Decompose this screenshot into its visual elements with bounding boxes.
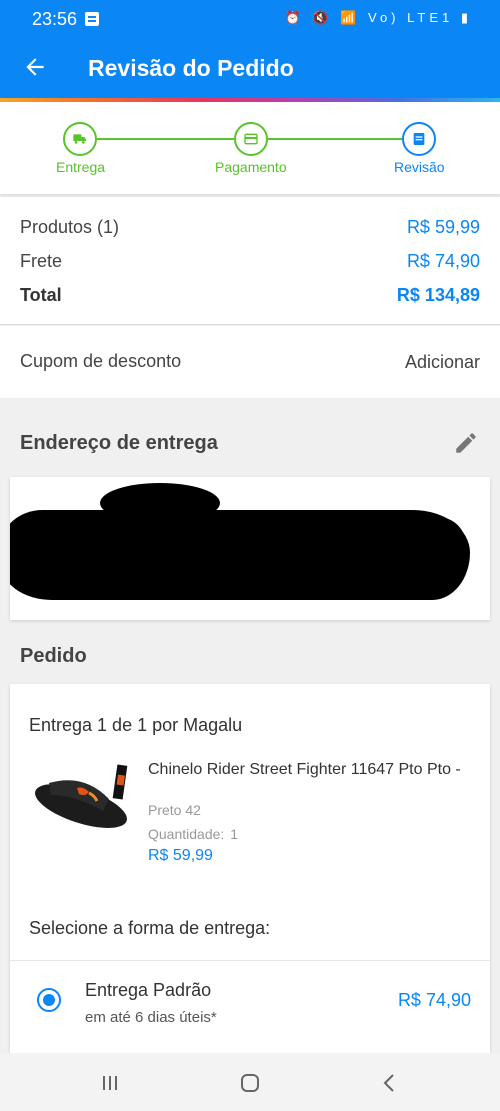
seller-line: Entrega 1 de 1 por Magalu <box>29 715 243 735</box>
product-variant: Preto 42 <box>148 802 201 818</box>
checkout-stepper: Entrega Pagamento Revisão <box>0 102 500 194</box>
step-revisao[interactable] <box>402 122 436 156</box>
order-card: Entrega 1 de 1 por Magalu Chinelo Rider … <box>10 684 490 1064</box>
redaction-blob <box>100 483 220 523</box>
shipping-value: R$ 74,90 <box>406 251 480 271</box>
redaction-blob <box>410 517 465 567</box>
add-coupon-button[interactable]: Adicionar <box>405 352 480 373</box>
coupon-row[interactable]: Cupom de desconto Adicionar <box>0 326 500 398</box>
divider <box>10 960 490 961</box>
status-icons: ⏰ 🔇 📶 Vo) LTE1 ▮ <box>284 10 472 25</box>
redacted-address <box>10 510 470 600</box>
summary-shipping-row: Frete R$ 74,90 <box>20 251 480 272</box>
step-pagamento[interactable] <box>234 122 268 156</box>
card-icon <box>244 133 258 145</box>
product-price: R$ 59,99 <box>148 847 213 864</box>
coupon-label: Cupom de desconto <box>20 351 182 371</box>
app-bar: Revisão do Pedido <box>0 40 500 98</box>
shipping-option-price: R$ 74,90 <box>397 990 471 1010</box>
step-label-pagamento: Pagamento <box>215 159 287 175</box>
shipping-option-eta: em até 6 dias úteis* <box>85 1009 217 1026</box>
recent-apps-icon[interactable] <box>98 1071 122 1095</box>
status-time: 23:56 <box>32 9 78 29</box>
order-summary: Produtos (1) R$ 59,99 Frete R$ 74,90 Tot… <box>0 197 500 325</box>
step-entrega[interactable] <box>63 122 97 156</box>
product-image[interactable] <box>29 761 139 841</box>
product-quantity: Quantidade: 1 <box>148 826 238 842</box>
step-connector <box>268 138 404 140</box>
shipping-prompt: Selecione a forma de entrega: <box>29 918 271 938</box>
back-arrow-icon[interactable] <box>22 54 48 80</box>
products-value: R$ 59,99 <box>406 217 480 237</box>
summary-total-row: Total R$ 134,89 <box>20 285 480 306</box>
summary-products-row: Produtos (1) R$ 59,99 <box>20 217 480 238</box>
home-icon[interactable] <box>238 1071 262 1095</box>
step-label-entrega: Entrega <box>56 159 106 175</box>
total-label: Total <box>20 285 62 305</box>
shipping-option-name[interactable]: Entrega Padrão <box>85 980 211 1001</box>
notification-icon <box>85 12 99 26</box>
back-icon[interactable] <box>378 1071 402 1095</box>
order-section-title: Pedido <box>20 645 87 667</box>
quantity-value: 1 <box>230 826 239 842</box>
list-icon <box>413 133 425 145</box>
quantity-label: Quantidade: <box>148 826 225 842</box>
system-nav-bar <box>0 1053 500 1111</box>
step-connector <box>97 138 234 140</box>
product-name[interactable]: Chinelo Rider Street Fighter 11647 Pto P… <box>148 760 478 780</box>
shipping-label: Frete <box>20 251 63 271</box>
truck-icon <box>73 134 86 144</box>
products-label: Produtos (1) <box>20 217 120 237</box>
address-card[interactable] <box>10 477 490 620</box>
page-title: Revisão do Pedido <box>88 55 294 81</box>
shipping-option-radio[interactable] <box>37 988 61 1012</box>
total-value: R$ 134,89 <box>396 285 480 305</box>
status-bar: 23:56 ⏰ 🔇 📶 Vo) LTE1 ▮ <box>0 0 500 40</box>
pencil-icon[interactable] <box>453 430 479 456</box>
address-section-title: Endereço de entrega <box>20 432 218 454</box>
step-label-revisao: Revisão <box>394 159 445 175</box>
